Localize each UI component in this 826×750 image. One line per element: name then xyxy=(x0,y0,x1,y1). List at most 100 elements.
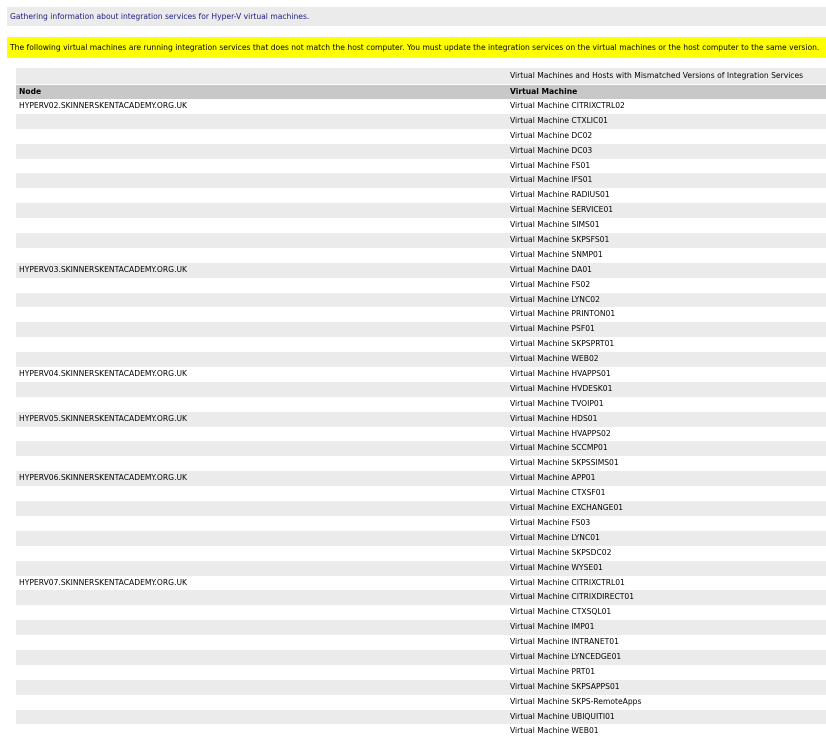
vm-cell: Virtual Machine WYSE01 xyxy=(510,562,603,572)
table-row: Virtual Machine SERVICE01 xyxy=(16,203,826,219)
vm-cell: Virtual Machine LYNC02 xyxy=(510,294,600,304)
table-row: Virtual Machine IMP01 xyxy=(16,620,826,636)
table-row: Virtual Machine SKPSFS01 xyxy=(16,233,826,248)
table-row: Virtual Machine CTXLIC01 xyxy=(16,113,826,129)
vm-cell: Virtual Machine FS01 xyxy=(510,160,591,170)
node-cell: HYPERV03.SKINNERSKENTACADEMY.ORG.UK xyxy=(19,264,188,274)
table-row: Virtual Machine FS01 xyxy=(16,158,826,174)
node-cell: HYPERV05.SKINNERSKENTACADEMY.ORG.UK xyxy=(19,413,188,423)
table-header-row: Node Virtual Machine xyxy=(16,85,826,99)
vm-cell: Virtual Machine INTRANET01 xyxy=(510,637,619,647)
table-row: Virtual Machine SKPSSIMS01 xyxy=(16,456,826,472)
vm-cell: Virtual Machine IFS01 xyxy=(510,175,593,185)
table-row: Virtual Machine SKPSDC02 xyxy=(16,545,826,561)
vm-cell: Virtual Machine UBIQUITI01 xyxy=(510,711,615,721)
table-row: Virtual Machine SKPSPRT01 xyxy=(16,337,826,353)
table-row: Virtual Machine SKPS-RemoteApps xyxy=(16,694,826,710)
vm-cell: Virtual Machine DC03 xyxy=(510,145,593,155)
vm-cell: Virtual Machine CITRIXCTRL02 xyxy=(510,101,625,110)
vm-cell: Virtual Machine IMP01 xyxy=(510,622,595,632)
node-cell: HYPERV04.SKINNERSKENTACADEMY.ORG.UK xyxy=(19,369,188,379)
table-row: Virtual Machine RADIUS01 xyxy=(16,188,826,204)
node-cell: HYPERV02.SKINNERSKENTACADEMY.ORG.UK xyxy=(19,101,188,110)
table-row: Virtual Machine LYNC02 xyxy=(16,292,826,308)
table-row: Virtual Machine FS03 xyxy=(16,515,826,531)
vm-cell: Virtual Machine WEB02 xyxy=(510,354,599,364)
vm-cell: Virtual Machine EXCHANGE01 xyxy=(510,503,624,513)
vm-cell: Virtual Machine CITRIXDIRECT01 xyxy=(510,592,635,602)
vm-cell: Virtual Machine SIMS01 xyxy=(510,220,600,230)
table-row: Virtual Machine CITRIXDIRECT01 xyxy=(16,590,826,606)
vm-cell: Virtual Machine CITRIXCTRL01 xyxy=(510,577,625,587)
table-row: Virtual Machine SCCMP01 xyxy=(16,441,826,457)
vm-cell: Virtual Machine HVAPPS02 xyxy=(510,428,611,438)
table-row: HYPERV04.SKINNERSKENTACADEMY.ORG.UK Virtu… xyxy=(16,367,826,382)
vm-cell: Virtual Machine SKPSPRT01 xyxy=(510,339,615,349)
table-row: Virtual Machine TVOIP01 xyxy=(16,396,826,412)
vm-cell: Virtual Machine LYNC01 xyxy=(510,532,600,542)
table-row: HYPERV02.SKINNERSKENTACADEMY.ORG.UK Virtu… xyxy=(16,99,826,114)
table-row: Virtual Machine WEB02 xyxy=(16,352,826,368)
table-row: Virtual Machine SNMP01 xyxy=(16,247,826,263)
table-row: HYPERV05.SKINNERSKENTACADEMY.ORG.UK Virtu… xyxy=(16,411,826,427)
vm-cell: Virtual Machine DC02 xyxy=(510,130,593,140)
vm-cell: Virtual Machine SKPSDC02 xyxy=(510,547,612,557)
vm-cell: Virtual Machine HDS01 xyxy=(510,413,598,423)
vm-cell: Virtual Machine WEB01 xyxy=(510,726,599,736)
mismatch-report-table: Virtual Machines and Hosts with Mismatch… xyxy=(16,68,826,740)
vm-cell: Virtual Machine FS02 xyxy=(510,279,591,289)
vm-cell: Virtual Machine TVOIP01 xyxy=(510,398,604,408)
table-row: Virtual Machine EXCHANGE01 xyxy=(16,501,826,516)
vm-cell: Virtual Machine SNMP01 xyxy=(510,249,603,259)
table-row: Virtual Machine PRT01 xyxy=(16,664,826,680)
table-row: Virtual Machine LYNCEDGE01 xyxy=(16,649,826,665)
table-row: Virtual Machine IFS01 xyxy=(16,173,826,189)
vm-cell: Virtual Machine SKPS-RemoteApps xyxy=(510,696,642,706)
vm-cell: Virtual Machine SERVICE01 xyxy=(510,205,614,215)
vm-cell: Virtual Machine HVDESK01 xyxy=(510,383,613,393)
table-row: Virtual Machine DC02 xyxy=(16,128,826,144)
node-column-header: Node xyxy=(19,87,42,96)
vm-cell: Virtual Machine CTXSF01 xyxy=(510,488,606,498)
node-cell: HYPERV07.SKINNERSKENTACADEMY.ORG.UK xyxy=(19,577,188,587)
vm-cell: Virtual Machine SKPSAPPS01 xyxy=(510,681,620,691)
vm-cell: Virtual Machine CTXSQL01 xyxy=(510,607,612,617)
vm-cell: Virtual Machine SCCMP01 xyxy=(510,443,608,453)
vm-cell: Virtual Machine SKPSFS01 xyxy=(510,235,610,245)
table-body: HYPERV02.SKINNERSKENTACADEMY.ORG.UK Virtu… xyxy=(16,99,826,740)
vm-cell: Virtual Machine HVAPPS01 xyxy=(510,369,611,379)
table-row: Virtual Machine HVAPPS02 xyxy=(16,426,826,442)
table-row: Virtual Machine UBIQUITI01 xyxy=(16,709,826,725)
table-caption-row: Virtual Machines and Hosts with Mismatch… xyxy=(16,68,826,85)
info-message: Gathering information about integration … xyxy=(7,7,826,26)
table-row: Virtual Machine WYSE01 xyxy=(16,560,826,576)
table-row: Virtual Machine SIMS01 xyxy=(16,218,826,234)
vm-cell: Virtual Machine LYNCEDGE01 xyxy=(510,651,622,661)
table-row: Virtual Machine SKPSAPPS01 xyxy=(16,679,826,695)
table-caption: Virtual Machines and Hosts with Mismatch… xyxy=(510,71,804,80)
table-row: HYPERV03.SKINNERSKENTACADEMY.ORG.UK Virtu… xyxy=(16,262,826,278)
vm-cell: Virtual Machine SKPSSIMS01 xyxy=(510,458,619,468)
warning-message: The following virtual machines are runni… xyxy=(7,37,826,58)
vm-cell: Virtual Machine PRINTON01 xyxy=(510,309,616,319)
table-row: Virtual Machine WEB01 xyxy=(16,724,826,740)
vm-cell: Virtual Machine CTXLIC01 xyxy=(510,115,609,125)
vm-cell: Virtual Machine APP01 xyxy=(510,473,596,483)
vm-cell: Virtual Machine RADIUS01 xyxy=(510,190,610,200)
table-row: Virtual Machine CTXSQL01 xyxy=(16,605,826,621)
table-row: HYPERV07.SKINNERSKENTACADEMY.ORG.UK Virtu… xyxy=(16,575,826,591)
table-row: Virtual Machine LYNC01 xyxy=(16,530,826,546)
vm-cell: Virtual Machine FS03 xyxy=(510,517,591,527)
table-row: Virtual Machine PRINTON01 xyxy=(16,307,826,323)
vm-column-header: Virtual Machine xyxy=(510,87,578,96)
vm-cell: Virtual Machine DA01 xyxy=(510,264,592,274)
table-row: Virtual Machine CTXSF01 xyxy=(16,486,826,502)
table-row: Virtual Machine INTRANET01 xyxy=(16,635,826,650)
table-row: Virtual Machine HVDESK01 xyxy=(16,381,826,397)
table-row: Virtual Machine PSF01 xyxy=(16,322,826,338)
table-row: Virtual Machine FS02 xyxy=(16,277,826,293)
node-cell: HYPERV06.SKINNERSKENTACADEMY.ORG.UK xyxy=(19,473,188,483)
vm-cell: Virtual Machine PRT01 xyxy=(510,666,596,676)
vm-cell: Virtual Machine PSF01 xyxy=(510,324,595,334)
table-row: Virtual Machine DC03 xyxy=(16,143,826,159)
